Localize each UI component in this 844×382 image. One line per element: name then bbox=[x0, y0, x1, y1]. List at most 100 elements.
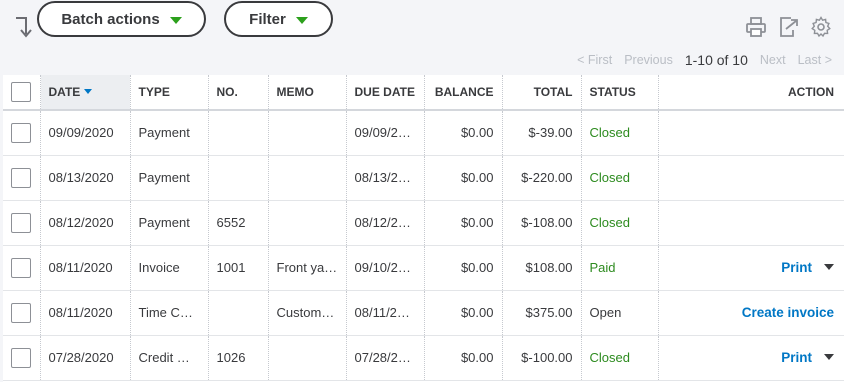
cell-type: Payment bbox=[130, 155, 209, 201]
cell-type: Credit … bbox=[130, 335, 209, 381]
column-header-date[interactable]: DATE bbox=[40, 75, 131, 111]
column-header-total[interactable]: TOTAL bbox=[502, 75, 582, 111]
cell-due-date: 08/13/2… bbox=[346, 155, 425, 201]
last-page-link[interactable]: Last > bbox=[798, 53, 832, 67]
cell-due-date: 09/09/2… bbox=[346, 110, 425, 156]
column-header-status[interactable]: STATUS bbox=[581, 75, 659, 111]
print-icon[interactable] bbox=[745, 16, 767, 38]
cell-status: Paid bbox=[581, 245, 659, 291]
cell-date: 08/13/2020 bbox=[40, 155, 131, 201]
row-checkbox[interactable] bbox=[11, 167, 31, 188]
cell-balance: $0.00 bbox=[424, 245, 503, 291]
cell-action bbox=[658, 155, 844, 201]
cell-memo bbox=[268, 155, 347, 201]
cell-date: 08/11/2020 bbox=[40, 245, 131, 291]
select-all-checkbox[interactable] bbox=[11, 82, 31, 102]
batch-actions-label: Batch actions bbox=[61, 10, 160, 28]
table-row[interactable]: 09/09/2020 Payment 09/09/2… $0.00 $-39.0… bbox=[3, 110, 844, 156]
gear-icon[interactable] bbox=[810, 16, 832, 38]
row-select-cell bbox=[3, 290, 41, 336]
cell-action bbox=[658, 200, 844, 246]
row-checkbox[interactable] bbox=[11, 122, 31, 143]
cell-balance: $0.00 bbox=[424, 200, 503, 246]
create-invoice-link[interactable]: Create invoice bbox=[742, 305, 834, 320]
chevron-down-icon bbox=[295, 16, 308, 24]
cell-action bbox=[658, 110, 844, 156]
table-row[interactable]: 08/11/2020 Time C… Custom… 08/11/2… $0.0… bbox=[3, 290, 844, 336]
row-select-cell bbox=[3, 110, 41, 156]
column-header-type[interactable]: TYPE bbox=[130, 75, 209, 111]
row-select-cell bbox=[3, 335, 41, 381]
cell-no: 1026 bbox=[208, 335, 269, 381]
chevron-down-icon[interactable] bbox=[824, 264, 834, 270]
row-checkbox[interactable] bbox=[11, 302, 31, 323]
cell-balance: $0.00 bbox=[424, 290, 503, 336]
transactions-table: DATE TYPE NO. MEMO DUE DATE BALANCE TOTA… bbox=[3, 75, 844, 381]
chevron-down-icon bbox=[169, 16, 182, 24]
column-header-memo[interactable]: MEMO bbox=[268, 75, 347, 111]
cell-due-date: 09/10/2… bbox=[346, 245, 425, 291]
cell-no: 1001 bbox=[208, 245, 269, 291]
cell-no bbox=[208, 155, 269, 201]
cell-status: Closed bbox=[581, 155, 659, 201]
cell-balance: $0.00 bbox=[424, 155, 503, 201]
cell-date: 07/28/2020 bbox=[40, 335, 131, 381]
row-checkbox[interactable] bbox=[11, 212, 31, 233]
cell-type: Payment bbox=[130, 110, 209, 156]
first-page-link[interactable]: < First bbox=[577, 53, 612, 67]
chevron-down-icon[interactable] bbox=[824, 354, 834, 360]
cell-no: 6552 bbox=[208, 200, 269, 246]
cell-total: $-39.00 bbox=[502, 110, 582, 156]
table-row[interactable]: 07/28/2020 Credit … 1026 07/28/2… $0.00 … bbox=[3, 335, 844, 381]
previous-page-link[interactable]: Previous bbox=[624, 53, 673, 67]
cell-status: Closed bbox=[581, 335, 659, 381]
cell-action: Create invoice bbox=[658, 290, 844, 336]
cell-date: 08/12/2020 bbox=[40, 200, 131, 246]
cell-no bbox=[208, 110, 269, 156]
cell-memo bbox=[268, 110, 347, 156]
cell-memo bbox=[268, 200, 347, 246]
cell-total: $375.00 bbox=[502, 290, 582, 336]
cell-memo: Custom… bbox=[268, 290, 347, 336]
cell-no bbox=[208, 290, 269, 336]
cell-total: $-220.00 bbox=[502, 155, 582, 201]
cell-balance: $0.00 bbox=[424, 335, 503, 381]
cell-due-date: 08/12/2… bbox=[346, 200, 425, 246]
row-checkbox[interactable] bbox=[11, 347, 31, 368]
batch-actions-button[interactable]: Batch actions bbox=[37, 1, 206, 37]
cell-balance: $0.00 bbox=[424, 110, 503, 156]
export-icon[interactable] bbox=[777, 16, 799, 38]
column-header-due-date[interactable]: DUE DATE bbox=[346, 75, 425, 111]
cell-due-date: 07/28/2… bbox=[346, 335, 425, 381]
print-link[interactable]: Print bbox=[781, 350, 812, 365]
table-row[interactable]: 08/12/2020 Payment 6552 08/12/2… $0.00 $… bbox=[3, 200, 844, 246]
table-row[interactable]: 08/11/2020 Invoice 1001 Front ya… 09/10/… bbox=[3, 245, 844, 291]
cell-status: Open bbox=[581, 290, 659, 336]
cell-action: Print bbox=[658, 335, 844, 381]
cell-date: 09/09/2020 bbox=[40, 110, 131, 156]
sort-arrow-icon[interactable] bbox=[12, 16, 32, 38]
cell-total: $-108.00 bbox=[502, 200, 582, 246]
filter-label: Filter bbox=[249, 10, 286, 28]
row-select-cell bbox=[3, 155, 41, 201]
cell-type: Time C… bbox=[130, 290, 209, 336]
cell-memo bbox=[268, 335, 347, 381]
date-header-label: DATE bbox=[48, 85, 81, 99]
column-header-no[interactable]: NO. bbox=[208, 75, 269, 111]
print-link[interactable]: Print bbox=[781, 260, 812, 275]
cell-status: Closed bbox=[581, 110, 659, 156]
column-header-balance[interactable]: BALANCE bbox=[424, 75, 503, 111]
table-header-row: DATE TYPE NO. MEMO DUE DATE BALANCE TOTA… bbox=[3, 75, 844, 111]
page-range: 1-10 of 10 bbox=[684, 52, 748, 68]
cell-type: Payment bbox=[130, 200, 209, 246]
sort-descending-icon bbox=[84, 89, 93, 94]
cell-date: 08/11/2020 bbox=[40, 290, 131, 336]
row-checkbox[interactable] bbox=[11, 257, 31, 278]
filter-button[interactable]: Filter bbox=[224, 1, 333, 37]
table-row[interactable]: 08/13/2020 Payment 08/13/2… $0.00 $-220.… bbox=[3, 155, 844, 201]
cell-action: Print bbox=[658, 245, 844, 291]
cell-type: Invoice bbox=[130, 245, 209, 291]
next-page-link[interactable]: Next bbox=[760, 53, 786, 67]
transactions-table-container: DATE TYPE NO. MEMO DUE DATE BALANCE TOTA… bbox=[3, 75, 844, 382]
column-header-action: ACTION bbox=[658, 75, 844, 111]
